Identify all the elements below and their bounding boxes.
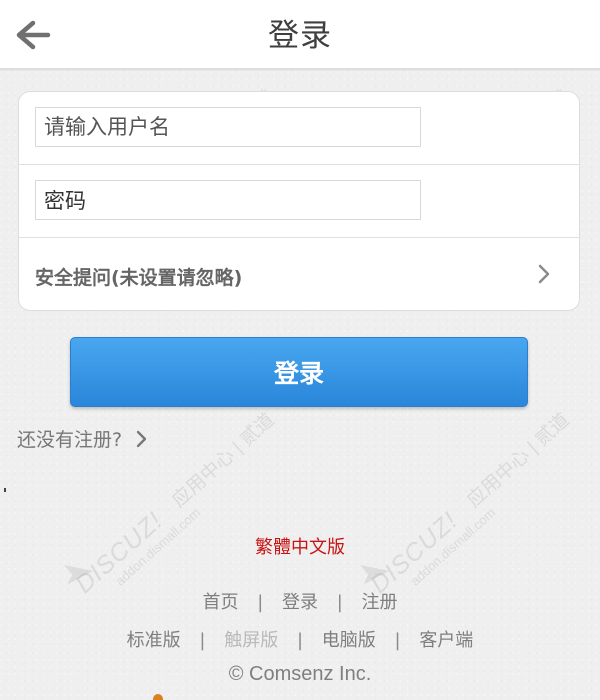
register-link-label: 还没有注册?: [17, 429, 123, 451]
watermark-label: 应用中心 | 贰道: [463, 409, 574, 512]
footer-link-home[interactable]: 首页: [202, 592, 238, 613]
footer-link-desktop[interactable]: 电脑版: [322, 630, 376, 651]
password-field[interactable]: [35, 180, 421, 220]
security-question-label: 安全提问(未设置请忽略): [35, 267, 243, 289]
footer-divider: |: [257, 592, 264, 613]
chevron-right-icon: [136, 429, 148, 449]
login-page: DISCUZ! addon.dismall.com 应用中心 | 贰道 DISC…: [0, 0, 600, 700]
watermark-label: 应用中心 | 贰道: [168, 409, 279, 512]
bottom-decoration: [153, 694, 163, 700]
register-link[interactable]: 还没有注册?: [17, 425, 148, 452]
footer-divider: |: [336, 592, 343, 613]
login-form-card: 安全提问(未设置请忽略): [18, 91, 580, 311]
footer-main-nav: 首页 | 登录 | 注册: [0, 588, 600, 614]
footer-version-nav: 标准版 | 触屏版 | 电脑版 | 客户端: [0, 626, 600, 652]
password-row: [19, 165, 579, 238]
security-question-select[interactable]: 安全提问(未设置请忽略): [19, 238, 579, 310]
login-button[interactable]: 登录: [70, 337, 528, 407]
stray-mark: [4, 488, 6, 492]
copyright: © Comsenz Inc.: [228, 663, 372, 685]
footer-link-register[interactable]: 注册: [362, 592, 398, 613]
footer-divider: |: [199, 630, 206, 651]
page-title: 登录: [268, 18, 332, 54]
chevron-right-icon: [537, 263, 551, 285]
footer-link-touch[interactable]: 触屏版: [224, 630, 278, 651]
username-input[interactable]: [35, 107, 421, 147]
top-header: 登录: [0, 0, 600, 70]
footer-link-client[interactable]: 客户端: [419, 630, 473, 651]
footer-link-standard[interactable]: 标准版: [127, 630, 181, 651]
traditional-chinese-link[interactable]: 繁體中文版: [0, 533, 600, 559]
footer-divider: |: [394, 630, 401, 651]
footer-divider: |: [296, 630, 304, 651]
footer-link-login[interactable]: 登录: [282, 592, 318, 613]
username-row: [19, 92, 579, 165]
